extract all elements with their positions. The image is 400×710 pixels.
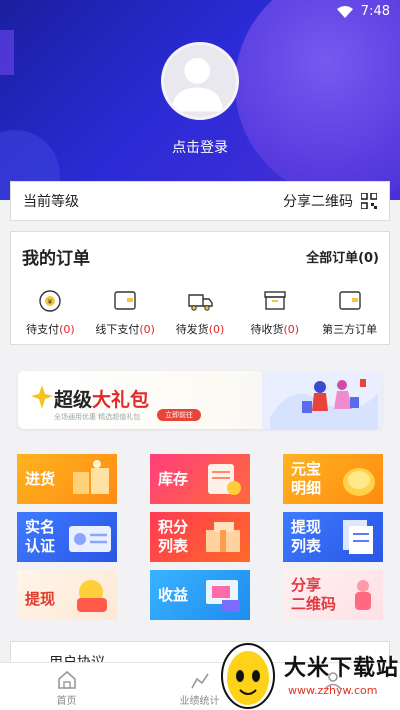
order-label: 线下支付 [95,323,140,336]
login-link[interactable]: 点击登录 [0,137,400,157]
watermark-url: www.zzhyw.com [288,684,378,697]
tile-real-name-auth[interactable]: 实名 认证 [17,512,117,562]
qr-code-icon [361,193,377,209]
tile-label: 进货 [25,470,56,488]
order-label: 待发货 [175,323,209,336]
status-time: 7:48 [360,4,390,19]
yen-clock-icon: ¥ [39,290,62,312]
wifi-icon [336,5,353,18]
egg-mascot-logo [221,643,275,709]
wallet-icon [338,291,361,310]
document-stack-icon [343,520,373,554]
wallet-icon [114,291,136,310]
tile-label: 库存 [158,470,189,488]
user-silhouette-icon [171,57,224,112]
order-offline-payment[interactable]: 线下支付(0) [89,285,161,337]
level-bar[interactable]: 当前等级 分享二维码 [10,181,390,221]
home-icon [57,670,76,689]
tile-points-list[interactable]: 积分 列表 [150,512,250,562]
tile-ingot-details[interactable]: 元宝 明细 [283,454,383,504]
truck-icon [188,294,213,311]
tile-label: 列表 [291,537,322,555]
tile-label: 元宝 [291,460,322,478]
watermark-name: 大米下载站 [284,656,400,681]
order-count: (0) [283,323,300,336]
receipt-icon [208,464,241,495]
site-watermark: 大米下载站 www.zzhyw.com [218,636,400,710]
tile-inventory[interactable]: 库存 [150,454,250,504]
gold-coin-icon [343,468,375,496]
tile-purchase[interactable]: 进货 [17,454,117,504]
tile-label: 积分 [158,518,189,536]
tile-earnings[interactable]: 收益 [150,570,250,620]
tile-label: 提现 [291,518,322,536]
level-label: 当前等级 [23,194,79,210]
share-qr-button[interactable]: 分享二维码 [283,191,377,211]
tile-label: 实名 [25,518,56,536]
share-person-icon [355,580,371,610]
banner-title: 超级大礼包 [54,385,149,412]
money-screen-icon [206,580,240,612]
order-count: (0) [59,323,75,336]
order-count: (0) [208,323,225,336]
tile-withdraw[interactable]: 提现 [17,570,117,620]
red-envelope-icon [77,580,107,612]
order-to-ship[interactable]: 待发货(0) [164,285,236,337]
order-label: 第三方订单 [322,323,378,336]
order-label: 待收货 [250,323,284,336]
tab-label: 业绩统计 [179,696,220,707]
order-third-party[interactable]: 第三方订单 [314,285,386,337]
goods-bags-icon [73,460,109,494]
shopping-people-illustration [262,371,382,429]
chart-icon [190,673,209,689]
svg-text:¥: ¥ [48,298,53,306]
avatar[interactable] [161,42,239,120]
order-pending-payment[interactable]: ¥ 待支付(0) [14,285,86,337]
tile-label: 认证 [25,537,56,555]
tile-label: 分享 [291,576,322,594]
gift-pack-banner[interactable]: 超级大礼包 全场通用优惠 精选超值礼包 立即前往 [18,371,382,429]
box-icon [264,291,286,310]
tile-share-qr[interactable]: 分享 二维码 [283,570,383,620]
banner-title-b: 大礼包 [92,389,150,411]
tab-label: 首页 [56,696,77,707]
orders-card: 我的订单 全部订单(0) ¥ 待支付(0) 线下支付(0) 待发货(0) 待收货… [10,231,390,345]
tile-label: 二维码 [291,595,337,613]
order-count: (0) [139,323,155,336]
header-decoration [235,0,400,200]
tile-label: 提现 [25,590,56,608]
order-to-receive[interactable]: 待收货(0) [239,285,311,337]
order-label: 待支付 [26,323,60,336]
tile-label: 收益 [158,586,189,604]
banner-cta[interactable]: 立即前往 [157,409,201,421]
banner-subtitle: 全场通用优惠 精选超值礼包 [54,413,141,421]
tile-label: 明细 [291,479,322,497]
sparkle-icon [31,385,53,409]
tab-home[interactable]: 首页 [0,663,133,710]
id-card-icon [69,526,111,552]
share-label: 分享二维码 [283,194,353,210]
gift-card-icon [206,522,240,552]
all-orders-link[interactable]: 全部订单(0) [306,247,379,266]
status-bar: 7:48 [336,4,390,19]
tile-label: 列表 [158,537,189,555]
tile-withdraw-list[interactable]: 提现 列表 [283,512,383,562]
header-decoration [0,30,14,75]
banner-title-a: 超级 [54,389,93,411]
orders-title: 我的订单 [22,249,90,269]
